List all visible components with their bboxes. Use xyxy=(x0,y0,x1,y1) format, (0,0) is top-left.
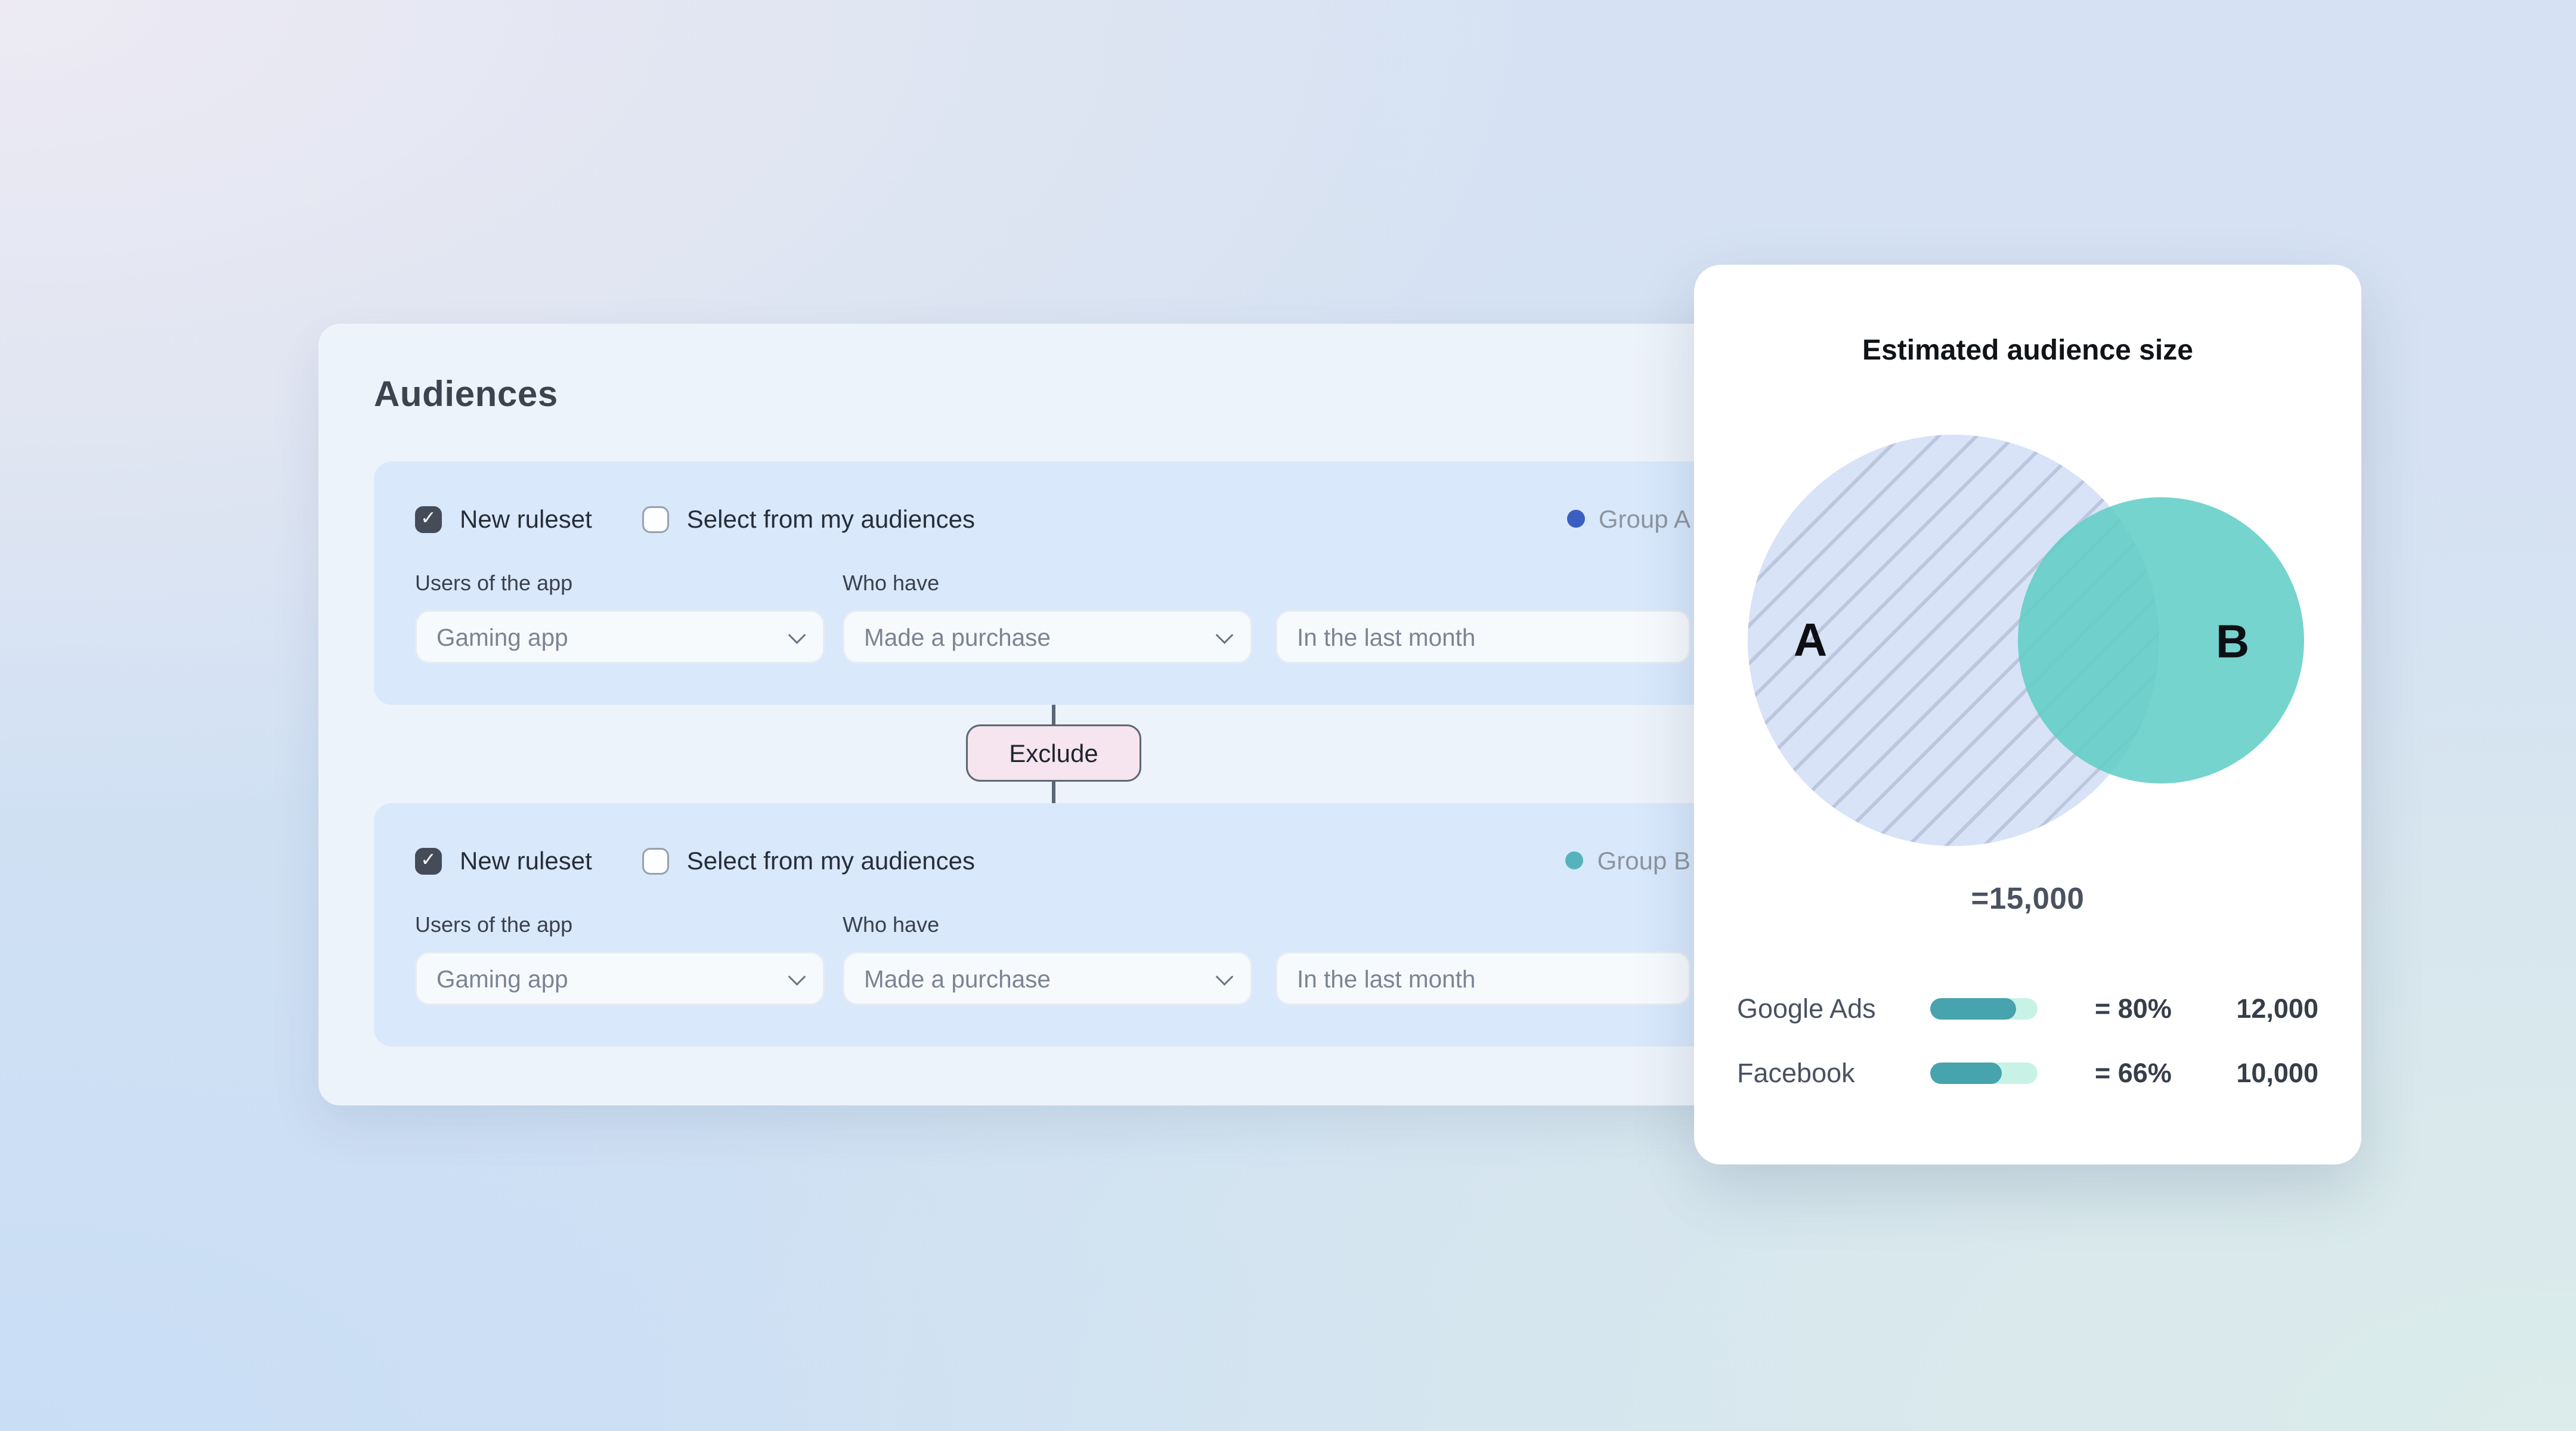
stat-percent: = 80% xyxy=(2095,994,2195,1024)
field-label: Users of the app xyxy=(415,571,825,597)
estimated-total: =15,000 xyxy=(1694,878,2361,921)
timeframe-field[interactable] xyxy=(1275,610,1690,664)
timeframe-input[interactable] xyxy=(1297,965,1669,992)
field-label: Users of the app xyxy=(415,912,825,939)
audience-builder-card: Audiences ✓ New ruleset ✓ Select from my… xyxy=(318,324,1732,1105)
ruleset-options-row: ✓ New ruleset ✓ Select from my audiences… xyxy=(415,846,1690,875)
stat-label: Facebook xyxy=(1737,1058,1930,1089)
field-group-event: Who have Made a purchase xyxy=(843,571,1252,664)
ruleset-card-group-a: ✓ New ruleset ✓ Select from my audiences… xyxy=(374,461,1733,705)
select-value: Made a purchase xyxy=(864,624,1208,651)
chevron-down-icon xyxy=(788,967,806,985)
select-from-audiences-checkbox[interactable]: ✓ xyxy=(642,506,669,532)
timeframe-field[interactable] xyxy=(1275,952,1690,1005)
field-label: Who have xyxy=(843,571,1252,597)
app-select[interactable]: Gaming app xyxy=(415,610,825,664)
select-value: Gaming app xyxy=(436,624,780,651)
group-b-dot-icon xyxy=(1565,851,1583,869)
field-group-app: Users of the app Gaming app xyxy=(415,912,825,1005)
ruleset-card-group-b: ✓ New ruleset ✓ Select from my audiences… xyxy=(374,803,1733,1046)
check-icon: ✓ xyxy=(420,851,436,870)
new-ruleset-checkbox[interactable]: ✓ xyxy=(415,847,442,874)
stat-value: 12,000 xyxy=(2236,994,2318,1024)
page-background: Audiences ✓ New ruleset ✓ Select from my… xyxy=(0,0,2576,1431)
new-ruleset-label: New ruleset xyxy=(460,504,592,533)
estimate-card: Estimated audience size A B =15,000 Goog… xyxy=(1694,265,2361,1164)
stat-row-google-ads: Google Ads = 80% 12,000 xyxy=(1737,977,2318,1041)
field-group-app: Users of the app Gaming app xyxy=(415,571,825,664)
ruleset-connector: Exclude xyxy=(374,705,1733,803)
stat-label: Google Ads xyxy=(1737,994,1930,1024)
check-icon: ✓ xyxy=(420,509,436,528)
select-value: Gaming app xyxy=(436,965,780,992)
exclude-button[interactable]: Exclude xyxy=(966,724,1141,782)
group-badge: Group A xyxy=(1566,504,1690,533)
stat-percent: = 66% xyxy=(2095,1058,2195,1089)
ruleset-options-row: ✓ New ruleset ✓ Select from my audiences… xyxy=(415,504,1690,533)
progress-fill xyxy=(1930,1063,2001,1084)
stat-value: 10,000 xyxy=(2236,1058,2318,1089)
group-a-dot-icon xyxy=(1566,510,1584,528)
select-value: Made a purchase xyxy=(864,965,1208,992)
estimate-title: Estimated audience size xyxy=(1694,336,2361,368)
group-badge: Group B xyxy=(1565,846,1690,875)
field-label: Who have xyxy=(843,912,1252,939)
group-label: Group B xyxy=(1597,846,1690,875)
venn-label-b: B xyxy=(2216,615,2249,670)
select-from-audiences-label: Select from my audiences xyxy=(687,846,975,875)
venn-diagram: A B xyxy=(1694,435,2361,846)
field-label xyxy=(1275,912,1690,939)
connector-line xyxy=(1052,782,1055,803)
chevron-down-icon xyxy=(1216,625,1234,643)
ruleset-fields-row: Users of the app Gaming app Who have Mad… xyxy=(415,912,1690,1005)
select-from-audiences-checkbox[interactable]: ✓ xyxy=(642,847,669,874)
stats-list: Google Ads = 80% 12,000 Facebook = 66% 1… xyxy=(1694,977,2361,1105)
group-label: Group A xyxy=(1599,504,1690,533)
chevron-down-icon xyxy=(1216,967,1234,985)
connector-line xyxy=(1052,705,1055,724)
app-select[interactable]: Gaming app xyxy=(415,952,825,1005)
venn-circle-b xyxy=(2018,497,2304,783)
venn-label-a: A xyxy=(1794,613,1827,668)
field-group-timeframe xyxy=(1275,912,1690,1005)
progress-fill xyxy=(1930,998,2016,1020)
event-select[interactable]: Made a purchase xyxy=(843,610,1252,664)
new-ruleset-label: New ruleset xyxy=(460,846,592,875)
ruleset-fields-row: Users of the app Gaming app Who have Mad… xyxy=(415,571,1690,664)
timeframe-input[interactable] xyxy=(1297,624,1669,651)
field-group-timeframe xyxy=(1275,571,1690,664)
field-group-event: Who have Made a purchase xyxy=(843,912,1252,1005)
page-title: Audiences xyxy=(374,372,1732,419)
event-select[interactable]: Made a purchase xyxy=(843,952,1252,1005)
progress-pill xyxy=(1930,998,2038,1020)
stat-row-facebook: Facebook = 66% 10,000 xyxy=(1737,1041,2318,1105)
field-label xyxy=(1275,571,1690,597)
chevron-down-icon xyxy=(788,625,806,643)
new-ruleset-checkbox[interactable]: ✓ xyxy=(415,506,442,532)
progress-pill xyxy=(1930,1063,2038,1084)
select-from-audiences-label: Select from my audiences xyxy=(687,504,975,533)
